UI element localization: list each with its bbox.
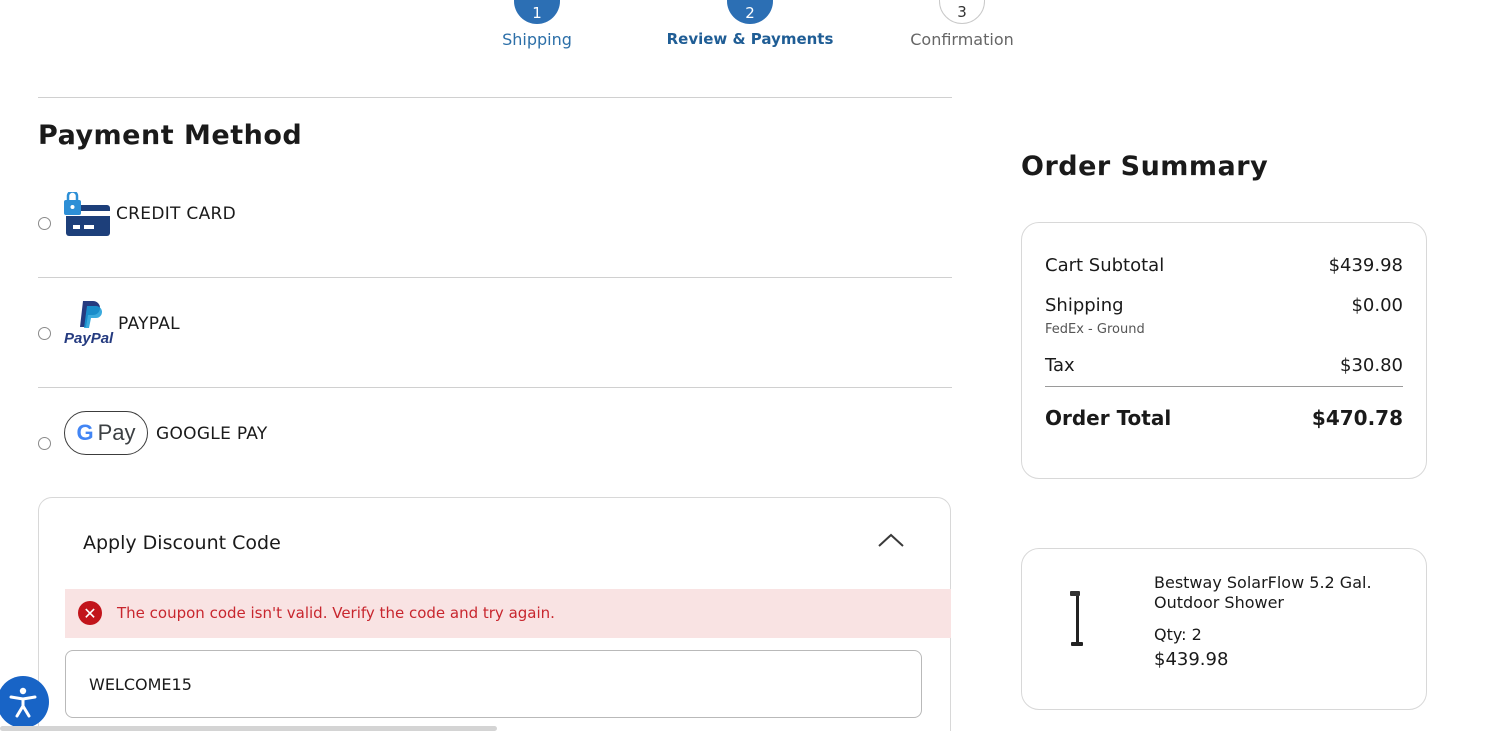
checkout-page: 1 Shipping 2 Review & Payments 3 Confirm… xyxy=(0,0,1500,731)
cart-item-qty: Qty: 2 xyxy=(1154,625,1202,644)
order-total-row: Order Total $470.78 xyxy=(1045,406,1403,430)
order-total-value: $470.78 xyxy=(1311,406,1403,430)
paypal-p-icon xyxy=(80,301,102,328)
paypal-label: PAYPAL xyxy=(118,314,180,334)
google-pay-logo: G Pay xyxy=(64,411,148,455)
step-2-circle: 2 xyxy=(727,0,773,24)
cart-subtotal-value: $439.98 xyxy=(1328,255,1403,276)
payment-option-credit-card[interactable]: CREDIT CARD xyxy=(38,190,952,250)
payment-option-google-pay[interactable]: G Pay GOOGLE PAY xyxy=(38,410,952,470)
tax-label: Tax xyxy=(1045,355,1075,376)
google-pay-radio[interactable] xyxy=(38,437,51,450)
summary-divider xyxy=(1045,386,1403,387)
product-thumbnail[interactable] xyxy=(1062,589,1092,649)
horizontal-scrollbar[interactable] xyxy=(0,726,497,731)
cart-item-card: Bestway SolarFlow 5.2 Gal. Outdoor Showe… xyxy=(1021,548,1427,710)
step-3-circle: 3 xyxy=(939,0,985,24)
discount-code-panel: Apply Discount Code ✕ The coupon code is… xyxy=(38,497,951,731)
credit-card-lock-icon xyxy=(64,192,110,236)
google-pay-logo-text: Pay xyxy=(97,420,136,445)
google-g-icon: G xyxy=(76,420,94,445)
cart-subtotal-row: Cart Subtotal $439.98 xyxy=(1045,255,1403,276)
paypal-logo-text: PayPal xyxy=(64,330,114,347)
cart-item-price: $439.98 xyxy=(1154,649,1229,670)
coupon-error-text: The coupon code isn't valid. Verify the … xyxy=(117,604,555,622)
payment-option-paypal[interactable]: PayPal PAYPAL xyxy=(38,300,952,360)
shipping-label: Shipping xyxy=(1045,295,1124,316)
cart-item-name[interactable]: Bestway SolarFlow 5.2 Gal. Outdoor Showe… xyxy=(1154,573,1404,613)
google-pay-label: GOOGLE PAY xyxy=(156,424,268,444)
divider xyxy=(38,277,952,278)
coupon-error-message: ✕ The coupon code isn't valid. Verify th… xyxy=(65,589,951,638)
step-3-label: Confirmation xyxy=(910,30,1014,49)
order-summary-panel: Cart Subtotal $439.98 Shipping $0.00 Fed… xyxy=(1021,222,1427,479)
chevron-up-icon[interactable] xyxy=(876,530,906,550)
payment-method-title: Payment Method xyxy=(38,120,303,151)
shipping-method: FedEx - Ground xyxy=(1045,322,1145,337)
paypal-radio[interactable] xyxy=(38,327,51,340)
error-x-icon: ✕ xyxy=(78,601,102,625)
step-1-circle: 1 xyxy=(514,0,560,24)
discount-code-title[interactable]: Apply Discount Code xyxy=(83,532,281,554)
order-total-label: Order Total xyxy=(1045,406,1172,430)
shipping-row: Shipping $0.00 xyxy=(1045,295,1403,316)
divider xyxy=(38,97,952,98)
credit-card-label: CREDIT CARD xyxy=(116,204,237,224)
accessibility-person-icon xyxy=(9,687,37,718)
cart-subtotal-label: Cart Subtotal xyxy=(1045,255,1165,276)
step-2-label: Review & Payments xyxy=(666,30,834,48)
shipping-value: $0.00 xyxy=(1351,295,1403,316)
tax-value: $30.80 xyxy=(1340,355,1403,376)
step-1-label: Shipping xyxy=(502,30,572,49)
credit-card-radio[interactable] xyxy=(38,217,51,230)
tax-row: Tax $30.80 xyxy=(1045,355,1403,376)
divider xyxy=(38,387,952,388)
discount-code-input[interactable] xyxy=(65,650,922,718)
order-summary-title: Order Summary xyxy=(1021,151,1269,182)
